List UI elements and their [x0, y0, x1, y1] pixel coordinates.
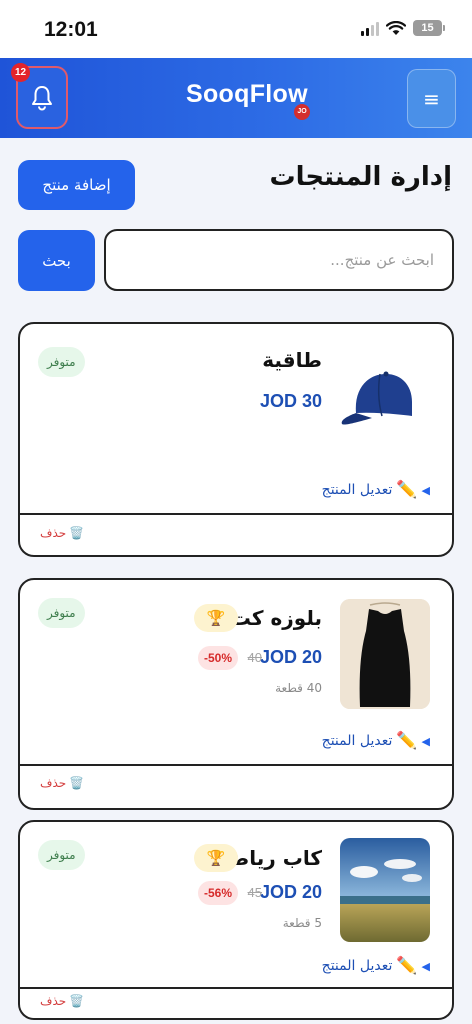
- edit-label: تعديل المنتج: [321, 482, 393, 498]
- status-badge: متوفر: [38, 347, 85, 377]
- edit-product-link[interactable]: ◀ ✏️ تعديل المنتج: [322, 731, 434, 751]
- status-bar: 12:01 15: [0, 0, 472, 58]
- cellular-signal-icon: [361, 21, 379, 36]
- status-badge: متوفر: [38, 598, 85, 628]
- landscape-photo-icon: [340, 838, 430, 942]
- triangle-icon: ◀: [421, 734, 430, 748]
- product-card: كاب رياضي 🏆 JOD 20 45 -56% 5 قطعة متوفر …: [18, 820, 454, 1020]
- product-price: JOD 20: [259, 882, 322, 902]
- product-image: [340, 838, 430, 942]
- notification-count-badge: 12: [11, 63, 30, 82]
- pencil-icon: ✏️: [396, 956, 418, 976]
- status-time: 12:01: [44, 18, 98, 41]
- product-name: بلوزه كت: [230, 606, 322, 630]
- cap-icon: [341, 371, 412, 425]
- old-price: 45: [247, 885, 262, 900]
- discount-badge: -50%: [197, 646, 238, 670]
- pencil-icon: ✏️: [396, 480, 418, 500]
- edit-label: تعديل المنتج: [321, 733, 393, 749]
- stock-quantity: 40 قطعة: [275, 681, 322, 695]
- page-title: إدارة المنتجات: [269, 162, 453, 192]
- divider: [20, 987, 452, 989]
- search-input[interactable]: [104, 229, 454, 291]
- battery-icon: 15: [413, 20, 445, 36]
- edit-product-link[interactable]: ◀ ✏️ تعديل المنتج: [322, 956, 434, 976]
- product-card: بلوزه كت 🏆 JOD 20 40 -50% 40 قطعة متوفر …: [18, 578, 454, 810]
- delete-label: حذف: [40, 994, 67, 1008]
- status-icons: 15: [361, 20, 445, 36]
- edit-label: تعديل المنتج: [321, 958, 393, 974]
- app-header: 12 SooqFlow JO ≡: [0, 58, 472, 138]
- black-top-icon: [340, 599, 430, 709]
- product-price: JOD 20: [259, 647, 322, 667]
- product-price: JOD 30: [259, 391, 322, 411]
- delete-button[interactable]: 🗑️ حذف: [40, 526, 84, 540]
- pencil-icon: ✏️: [396, 731, 418, 751]
- notifications-button[interactable]: 12: [11, 63, 68, 129]
- stock-quantity: 5 قطعة: [282, 916, 322, 930]
- trophy-icon: 🏆: [206, 849, 226, 867]
- status-badge: متوفر: [38, 840, 85, 870]
- trash-icon: 🗑️: [69, 526, 85, 540]
- delete-button[interactable]: 🗑️ حذف: [40, 776, 84, 790]
- wifi-icon: [386, 20, 406, 35]
- divider: [20, 764, 452, 766]
- add-product-button[interactable]: إضافة منتج: [18, 160, 135, 210]
- discount-badge: -56%: [197, 881, 238, 905]
- delete-label: حذف: [40, 526, 67, 540]
- product-image: [336, 358, 426, 438]
- old-price: 40: [247, 650, 262, 665]
- menu-button[interactable]: ≡: [407, 69, 456, 128]
- trophy-icon: 🏆: [206, 609, 226, 627]
- search-button[interactable]: بحث: [18, 230, 95, 291]
- triangle-icon: ◀: [421, 959, 430, 973]
- trash-icon: 🗑️: [69, 994, 85, 1008]
- hamburger-icon: ≡: [423, 86, 440, 111]
- triangle-icon: ◀: [421, 483, 430, 497]
- brand-logo[interactable]: SooqFlow: [186, 80, 308, 109]
- product-image: [340, 599, 430, 709]
- product-name: طاقية: [262, 348, 322, 372]
- trophy-badge: 🏆: [194, 844, 238, 872]
- trophy-badge: 🏆: [194, 604, 238, 632]
- edit-product-link[interactable]: ◀ ✏️ تعديل المنتج: [322, 480, 434, 500]
- bell-icon: [32, 85, 52, 110]
- delete-button[interactable]: 🗑️ حذف: [40, 994, 84, 1008]
- divider: [20, 513, 452, 515]
- trash-icon: 🗑️: [69, 776, 85, 790]
- product-card: طاقية JOD 30 متوفر ◀ ✏️ تعديل المنتج 🗑️ …: [18, 322, 454, 557]
- country-badge: JO: [294, 104, 310, 120]
- delete-label: حذف: [40, 776, 67, 790]
